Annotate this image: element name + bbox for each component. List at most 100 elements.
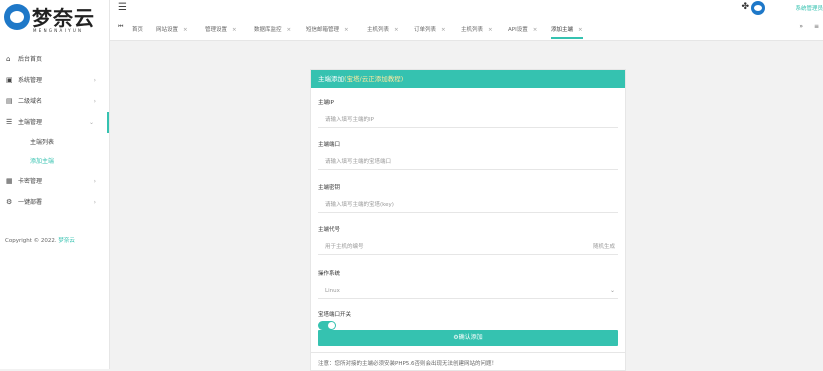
confirm-add-button[interactable]: ⚙确认添加 [318, 330, 618, 346]
tab-home[interactable]: 首页 [132, 23, 143, 37]
tab-label: 短信邮箱管理 [306, 27, 340, 33]
chevron-right-icon: › [93, 98, 96, 105]
tab-label: 管理设置 [205, 27, 228, 33]
close-icon[interactable]: × [344, 27, 349, 33]
chevron-down-icon: ⌄ [88, 119, 94, 126]
system-icon: ▣ [6, 76, 13, 84]
chevron-down-icon: ⌄ [609, 287, 615, 294]
tab-label: 网站设置 [156, 27, 179, 33]
chevron-right-icon: › [93, 77, 96, 84]
field-label: 操作系统 [318, 271, 341, 277]
brand-logo[interactable]: 梦奈云 MENGNAIYUN [4, 2, 108, 36]
sidebar-item-label: 一键部署 [18, 199, 43, 206]
tab-api-settings[interactable]: API设置 × [508, 23, 537, 37]
tab-label: API设置 [508, 27, 528, 33]
notice-text: 注意：您所对接的主端必须安装PHP5.6否则会出现无法创建网站的问题！ [311, 352, 625, 367]
server-port-field: 主端端口 请输入填写主端的宝塔端口 [318, 140, 618, 170]
top-header: ☰ ✤ 系统管理员 ⏮ 首页 网站设置 × 管理设置 × 数据库监控 × 短信邮箱管理… [110, 0, 823, 41]
server-key-input[interactable]: 请输入填写主端的宝塔(key) [318, 198, 618, 213]
tab-menu-icon[interactable]: ≡ [814, 23, 819, 30]
close-icon[interactable]: × [287, 27, 292, 33]
close-icon[interactable]: × [441, 27, 446, 33]
chevron-right-icon: › [93, 178, 96, 185]
sidebar-item-label: 二级域名 [18, 98, 43, 105]
close-icon[interactable]: × [533, 27, 538, 33]
sidebar-item-home[interactable]: ⌂ 后台首页 [0, 49, 109, 70]
sidebar-item-server-manage[interactable]: ☰ 主端管理 ⌄ [0, 112, 109, 133]
tab-label: 主机列表 [367, 27, 390, 33]
card-title: 主端添加(宝塔/云正添加教程) [311, 70, 625, 88]
sidebar-item-deploy[interactable]: ⚙ 一键部署 › [0, 192, 109, 213]
theme-icon[interactable]: ✤ [741, 2, 749, 12]
sidebar-item-subdomain[interactable]: ▤ 二级域名 › [0, 91, 109, 112]
random-generate-button[interactable]: 随机生成 [593, 240, 615, 254]
os-select[interactable]: Linux ⌄ [318, 284, 618, 299]
server-code-placeholder: 用于主机的编号 [325, 244, 364, 250]
sidebar-item-system[interactable]: ▣ 系统管理 › [0, 70, 109, 91]
sidebar-item-cards[interactable]: ▦ 卡密管理 › [0, 171, 109, 192]
avatar[interactable] [751, 1, 765, 15]
server-code-field: 主端代号 用于主机的编号 随机生成 [318, 225, 618, 255]
brand-subtitle: MENGNAIYUN [33, 28, 84, 33]
tab-host-list-2[interactable]: 主机列表 × [461, 23, 493, 37]
tab-host-list[interactable]: 主机列表 × [367, 23, 399, 37]
close-icon[interactable]: × [578, 27, 583, 33]
server-ip-input[interactable]: 请输入填写主端的IP [318, 113, 618, 128]
sidebar: 梦奈云 MENGNAIYUN ⌂ 后台首页 ▣ 系统管理 › ▤ 二级域名 › … [0, 0, 110, 369]
field-label: 宝塔端口开关 [318, 312, 352, 318]
tab-site-settings[interactable]: 网站设置 × [156, 23, 188, 37]
menu-toggle-icon[interactable]: ☰ [118, 2, 127, 13]
copyright-text: Copyright © 2022. [5, 238, 57, 244]
sidebar-subitem-server-list[interactable]: 主端列表 [0, 133, 109, 152]
field-label: 主端代号 [318, 227, 341, 233]
logo-icon [4, 4, 30, 30]
tab-label: 主机列表 [461, 27, 484, 33]
sidebar-nav: ⌂ 后台首页 ▣ 系统管理 › ▤ 二级域名 › ☰ 主端管理 ⌄ 主端列表 添… [0, 49, 109, 213]
field-label: 主端IP [318, 100, 334, 106]
copyright: Copyright © 2022. 梦奈云 [5, 236, 75, 244]
tab-label: 数据库监控 [254, 27, 282, 33]
os-selected-value: Linux [325, 288, 340, 294]
port-switch-toggle[interactable] [318, 321, 336, 330]
sidebar-subitem-add-server[interactable]: 添加主端 [0, 152, 109, 171]
os-field: 操作系统 Linux ⌄ [318, 269, 618, 299]
server-key-field: 主端密钥 请输入填写主端的宝塔(key) [318, 183, 618, 213]
server-port-input[interactable]: 请输入填写主端的宝塔端口 [318, 155, 618, 170]
grid-icon: ▦ [6, 177, 13, 185]
server-ip-field: 主端IP 请输入填写主端的IP [318, 98, 618, 128]
close-icon[interactable]: × [232, 27, 237, 33]
server-code-input[interactable]: 用于主机的编号 随机生成 [318, 240, 618, 255]
list-icon: ☰ [6, 118, 13, 126]
close-icon[interactable]: × [488, 27, 493, 33]
sidebar-item-label: 后台首页 [18, 56, 43, 63]
field-label: 主端密钥 [318, 185, 341, 191]
sidebar-item-label: 系统管理 [18, 77, 43, 84]
tutorial-link[interactable]: (宝塔/云正添加教程) [344, 75, 403, 83]
brand-name: 梦奈云 [32, 6, 95, 30]
user-name[interactable]: 系统管理员 [795, 4, 823, 12]
tab-db-monitor[interactable]: 数据库监控 × [254, 23, 291, 37]
tab-bar: ⏮ 首页 网站设置 × 管理设置 × 数据库监控 × 短信邮箱管理 × 主机列表 × 订单… [110, 20, 823, 39]
tab-label: 添加主端 [551, 27, 574, 33]
tab-admin-settings[interactable]: 管理设置 × [205, 23, 237, 37]
field-label: 主端端口 [318, 142, 341, 148]
close-icon[interactable]: × [183, 27, 188, 33]
tab-sms-email[interactable]: 短信邮箱管理 × [306, 23, 349, 37]
tab-next-icon[interactable]: » [799, 23, 803, 30]
port-switch-field: 宝塔端口开关 [318, 310, 618, 330]
card-title-text: 主端添加 [318, 75, 344, 83]
sidebar-item-label: 主端管理 [18, 119, 43, 126]
close-icon[interactable]: × [394, 27, 399, 33]
home-icon: ⌂ [6, 55, 11, 63]
tab-label: 首页 [132, 27, 144, 33]
tab-prev-icon[interactable]: ⏮ [118, 23, 123, 31]
tab-label: 订单列表 [414, 27, 437, 33]
tab-add-server[interactable]: 添加主端 × [551, 23, 583, 39]
copyright-brand-link[interactable]: 梦奈云 [58, 238, 75, 244]
chevron-right-icon: › [93, 199, 96, 206]
add-server-card: 主端添加(宝塔/云正添加教程) 主端IP 请输入填写主端的IP 主端端口 请输入… [310, 69, 626, 371]
settings-icon: ⚙ [6, 198, 13, 206]
tab-order-list[interactable]: 订单列表 × [414, 23, 446, 37]
sidebar-item-label: 卡密管理 [18, 178, 43, 185]
card-icon: ▤ [6, 97, 13, 105]
